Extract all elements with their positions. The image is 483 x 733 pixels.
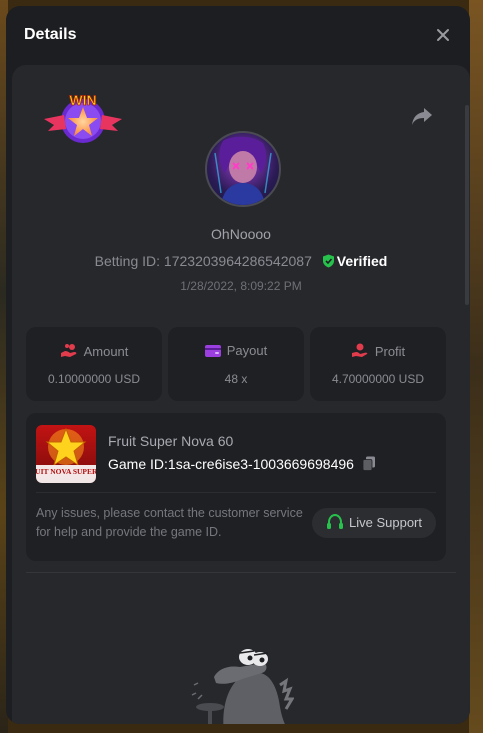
avatar-image-icon — [214, 136, 272, 205]
amount-label: Amount — [83, 344, 129, 359]
payout-value: 48 x — [224, 372, 248, 386]
profit-label: Profit — [374, 344, 406, 359]
game-id-label: Game ID: — [108, 456, 168, 472]
game-thumbnail[interactable]: FRUIT NOVA SUPER 60 — [36, 425, 96, 483]
modal-header: Details — [6, 6, 470, 64]
thumb-text: FRUIT NOVA SUPER 60 — [36, 467, 96, 476]
payout-label-row: Payout — [168, 343, 304, 358]
bet-timestamp: 1/28/2022, 8:09:22 PM — [180, 279, 302, 293]
crocodile-mascot-icon — [191, 649, 294, 724]
game-title: Fruit Super Nova 60 — [108, 433, 234, 449]
headset-icon — [327, 513, 343, 529]
amount-card: Amount 0.10000000 USD — [26, 327, 162, 401]
profit-label-row: Profit — [310, 343, 446, 359]
game-id-value: 1sa-cre6ise3-1003669698496 — [167, 456, 354, 472]
share-icon[interactable] — [410, 105, 434, 127]
payout-label: Payout — [226, 343, 268, 358]
details-panel: WIN OhNoooo Betting ID: 1723203964286542… — [12, 65, 470, 724]
live-support-button[interactable]: Live Support — [312, 508, 436, 538]
fruit-nova-star-icon: FRUIT NOVA SUPER 60 — [36, 427, 96, 483]
betting-id-line: Betting ID: 1723203964286542087 Verified — [12, 253, 470, 269]
hand-profit-icon — [351, 343, 368, 357]
win-badge-icon: WIN — [44, 92, 122, 143]
betting-id-label: Betting ID: — [94, 253, 161, 269]
live-support-label: Live Support — [349, 515, 422, 530]
amount-label-row: Amount — [26, 343, 162, 359]
avatar — [205, 131, 281, 207]
game-card-divider — [36, 492, 436, 493]
game-card: FRUIT NOVA SUPER 60 Fruit Super Nova 60 … — [26, 413, 446, 561]
copy-icon[interactable] — [362, 456, 376, 471]
scrollbar[interactable] — [465, 105, 469, 305]
section-divider — [26, 572, 456, 573]
hand-coins-icon — [60, 344, 76, 357]
game-id-line: Game ID:1sa-cre6ise3-1003669698496 — [108, 456, 376, 472]
verified-label: Verified — [336, 253, 388, 269]
wallet-icon — [204, 345, 221, 357]
betting-id-value: 1723203964286542087 — [163, 253, 312, 269]
details-modal: Details WIN OhNoooo Betting ID: 17232039… — [6, 6, 470, 724]
profit-value: 4.70000000 USD — [331, 372, 425, 386]
payout-card: Payout 48 x — [168, 327, 304, 401]
verified-shield-icon — [322, 254, 334, 268]
amount-value: 0.10000000 USD — [47, 372, 141, 386]
stats-row: Amount 0.10000000 USD Payout 48 x Profit… — [26, 327, 446, 401]
support-text: Any issues, please contact the customer … — [36, 506, 303, 539]
username: OhNoooo — [211, 226, 271, 242]
modal-title: Details — [24, 26, 77, 43]
backdrop-right — [469, 0, 483, 733]
profit-card: Profit 4.70000000 USD — [310, 327, 446, 401]
close-icon[interactable] — [434, 26, 452, 44]
win-badge-text: WIN — [69, 92, 96, 108]
